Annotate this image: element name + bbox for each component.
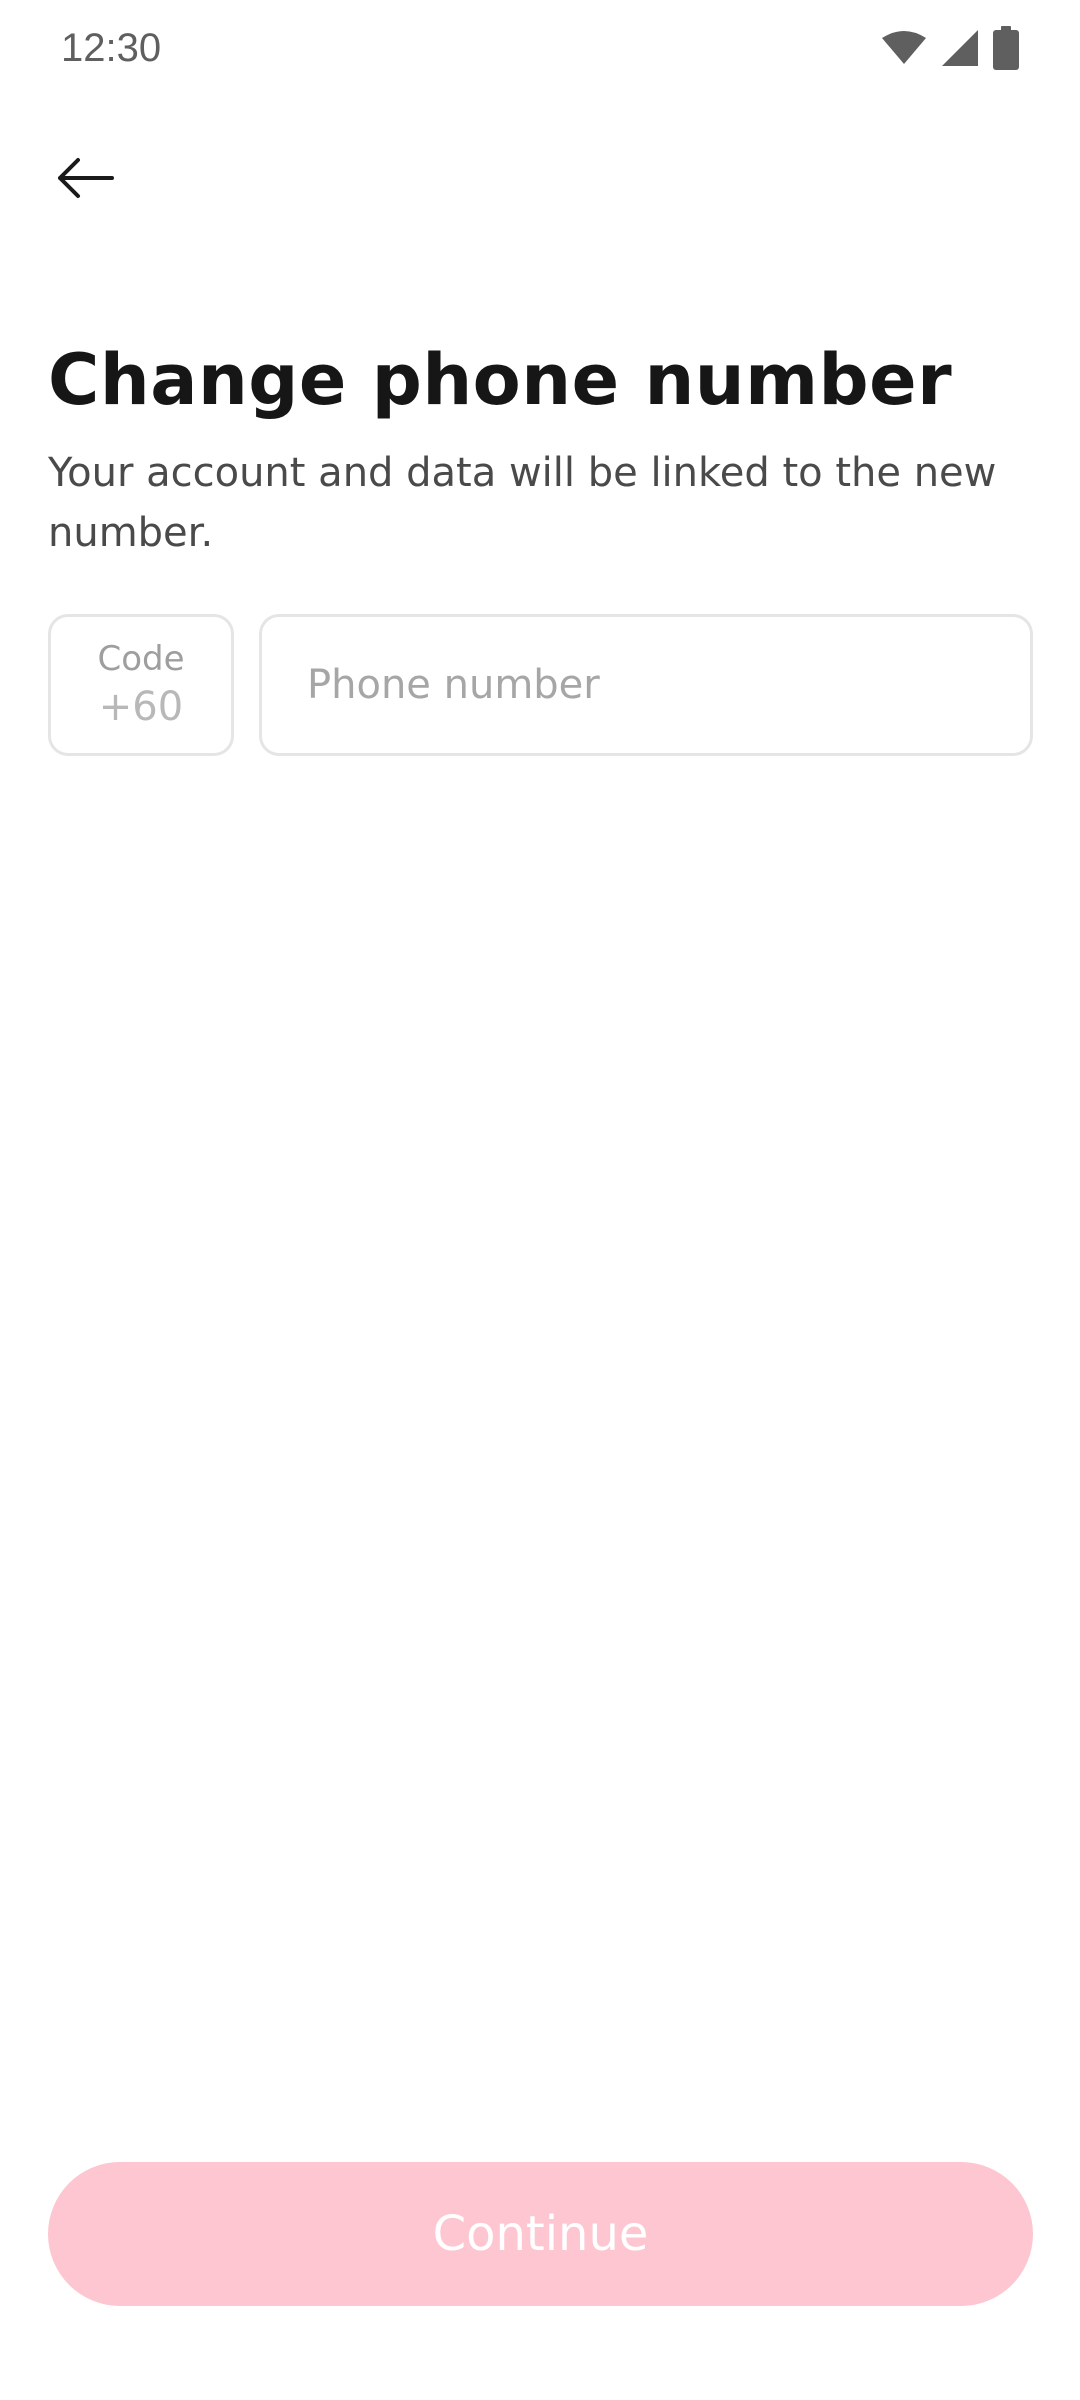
country-code-selector[interactable]: Code +60	[48, 614, 234, 756]
battery-icon	[992, 26, 1020, 70]
status-icons	[880, 24, 1020, 72]
phone-number-field	[259, 614, 1033, 756]
country-code-value: +60	[98, 684, 184, 730]
status-bar: 12:30	[0, 0, 1080, 96]
country-code-label: Code	[97, 639, 185, 679]
page-subtitle: Your account and data will be linked to …	[48, 450, 997, 556]
status-time: 12:30	[61, 26, 162, 70]
back-button[interactable]	[36, 138, 132, 222]
page-title: Change phone number	[48, 339, 953, 421]
continue-button[interactable]: Continue	[48, 2162, 1033, 2306]
arrow-left-icon	[56, 156, 114, 205]
wifi-icon	[880, 30, 928, 66]
phone-number-input[interactable]	[262, 617, 1030, 753]
cellular-signal-icon	[940, 28, 980, 68]
